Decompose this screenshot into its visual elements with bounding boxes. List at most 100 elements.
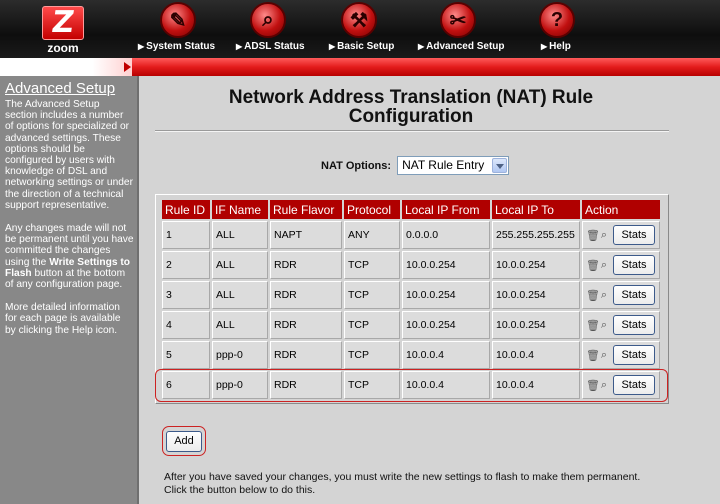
cell-local-ip-from: 10.0.0.254 [402, 311, 490, 339]
cell-if-name: ALL [212, 281, 268, 309]
table-row: 5 ppp-0 RDR TCP 10.0.0.4 10.0.0.4 🗑⌕ Stat… [162, 341, 660, 369]
nav-adsl-status[interactable]: ⌕ ▶ ADSL Status [236, 0, 305, 58]
magnifier-icon[interactable]: ⌕ [598, 349, 610, 362]
col-local-ip-to: Local IP To [492, 200, 580, 219]
trash-icon[interactable]: 🗑 [586, 229, 600, 242]
nav-system-status-label: System Status [146, 41, 216, 52]
cell-local-ip-from: 10.0.0.4 [402, 341, 490, 369]
nat-options-select[interactable]: NAT Rule Entry [397, 156, 510, 175]
nav-basic-setup[interactable]: ⚒ ▶ Basic Setup [329, 0, 394, 58]
hammer-icon[interactable]: ⚒ [341, 2, 377, 38]
stats-button[interactable]: Stats [613, 225, 655, 245]
cell-rule-id: 2 [162, 251, 210, 279]
stats-button[interactable]: Stats [613, 315, 655, 335]
table-row: 3 ALL RDR TCP 10.0.0.254 10.0.0.254 🗑⌕ St… [162, 281, 660, 309]
magnifier-icon[interactable]: ⌕ [598, 379, 610, 392]
cell-local-ip-from: 10.0.0.254 [402, 281, 490, 309]
nav-basic-setup-label: Basic Setup [337, 41, 395, 52]
cell-local-ip-to: 10.0.0.4 [492, 371, 580, 399]
col-protocol: Protocol [344, 200, 400, 219]
wrench-icon[interactable]: ✂ [440, 2, 476, 38]
page-title: Network Address Translation (NAT) Rule C… [228, 87, 594, 127]
cell-action: 🗑⌕ Stats [582, 311, 660, 339]
stats-button[interactable]: Stats [613, 375, 655, 395]
table-header-row: Rule ID IF Name Rule Flavor Protocol Loc… [162, 200, 660, 219]
cell-local-ip-to: 10.0.0.4 [492, 341, 580, 369]
nav-help-label: Help [549, 41, 571, 52]
cell-if-name: ALL [212, 251, 268, 279]
stats-button[interactable]: Stats [613, 285, 655, 305]
cell-if-name: ALL [212, 311, 268, 339]
question-icon[interactable]: ? [539, 2, 575, 38]
cell-protocol: TCP [344, 251, 400, 279]
nav-advanced-setup-label: Advanced Setup [426, 41, 505, 52]
red-band-white-section [0, 58, 132, 76]
cell-rule-flavor: NAPT [270, 221, 342, 249]
top-header: Z zoom ✎ ▶ System Status ⌕ ▶ ADSL Status ⚒… [0, 0, 720, 58]
table-row: 4 ALL RDR TCP 10.0.0.254 10.0.0.254 🗑⌕ St… [162, 311, 660, 339]
cell-protocol: ANY [344, 221, 400, 249]
magnifier-icon[interactable]: ⌕ [598, 319, 610, 332]
cell-rule-id: 3 [162, 281, 210, 309]
cell-action: 🗑⌕ Stats [582, 221, 660, 249]
cell-if-name: ALL [212, 221, 268, 249]
cell-action: 🗑⌕ Stats [582, 371, 660, 399]
sidebar-paragraph-3: More detailed information for each page … [5, 302, 121, 336]
nav-advanced-setup[interactable]: ✂ ▶ Advanced Setup [418, 0, 505, 58]
cell-local-ip-to: 10.0.0.254 [492, 311, 580, 339]
nat-options-value: NAT Rule Entry [402, 158, 485, 172]
magnifier-icon[interactable]: ⌕ [598, 289, 610, 302]
nat-options-row: NAT Options: NAT Rule Entry [321, 156, 510, 175]
cell-local-ip-from: 0.0.0.0 [402, 221, 490, 249]
cell-local-ip-to: 10.0.0.254 [492, 281, 580, 309]
table-row: 1 ALL NAPT ANY 0.0.0.0 255.255.255.255 🗑… [162, 221, 660, 249]
magnifier-icon[interactable]: ⌕ [250, 2, 286, 38]
add-button[interactable]: Add [166, 431, 202, 452]
help-sidebar: Advanced Setup The Advanced Setup sectio… [0, 76, 139, 504]
logo-glyph: Z [49, 5, 77, 40]
trash-icon[interactable]: 🗑 [586, 319, 600, 332]
cell-local-ip-from: 10.0.0.4 [402, 371, 490, 399]
clipboard-pen-icon[interactable]: ✎ [160, 2, 196, 38]
nav-system-status[interactable]: ✎ ▶ System Status [138, 0, 215, 58]
cell-action: 🗑⌕ Stats [582, 341, 660, 369]
cell-if-name: ppp-0 [212, 371, 268, 399]
nav-help[interactable]: ? ▶ Help [539, 0, 579, 58]
magnifier-icon[interactable]: ⌕ [598, 259, 610, 272]
cell-rule-flavor: RDR [270, 371, 342, 399]
cell-rule-id: 4 [162, 311, 210, 339]
zoom-logo[interactable]: Z zoom [38, 5, 88, 55]
stats-button[interactable]: Stats [613, 345, 655, 365]
cell-action: 🗑⌕ Stats [582, 281, 660, 309]
chevron-down-icon[interactable] [492, 158, 508, 173]
cell-local-ip-to: 255.255.255.255 [492, 221, 580, 249]
col-if-name: IF Name [212, 200, 268, 219]
sidebar-paragraph-1: The Advanced Setup section includes a nu… [5, 99, 133, 211]
cell-rule-flavor: RDR [270, 251, 342, 279]
add-button-highlight: Add [162, 426, 206, 456]
stats-button[interactable]: Stats [613, 255, 655, 275]
cell-protocol: TCP [344, 371, 400, 399]
cell-rule-id: 6 [162, 371, 210, 399]
cell-protocol: TCP [344, 281, 400, 309]
sidebar-title[interactable]: Advanced Setup [5, 80, 134, 98]
main-content: Network Address Translation (NAT) Rule C… [141, 76, 720, 504]
trash-icon[interactable]: 🗑 [586, 289, 600, 302]
cell-rule-id: 1 [162, 221, 210, 249]
flash-note: After you have saved your changes, you m… [164, 471, 640, 497]
flash-note-line-2: Click the button below to do this. [164, 484, 316, 496]
flash-note-line-1: After you have saved your changes, you m… [164, 471, 641, 483]
trash-icon[interactable]: 🗑 [586, 379, 600, 392]
title-divider [155, 130, 669, 132]
trash-icon[interactable]: 🗑 [586, 259, 600, 272]
cell-rule-flavor: RDR [270, 281, 342, 309]
cell-local-ip-from: 10.0.0.254 [402, 251, 490, 279]
cell-rule-flavor: RDR [270, 311, 342, 339]
nav-adsl-status-label: ADSL Status [244, 41, 305, 52]
trash-icon[interactable]: 🗑 [586, 349, 600, 362]
col-local-ip-from: Local IP From [402, 200, 490, 219]
cell-protocol: TCP [344, 311, 400, 339]
cell-local-ip-to: 10.0.0.254 [492, 251, 580, 279]
magnifier-icon[interactable]: ⌕ [598, 229, 610, 242]
col-rule-id: Rule ID [162, 200, 210, 219]
